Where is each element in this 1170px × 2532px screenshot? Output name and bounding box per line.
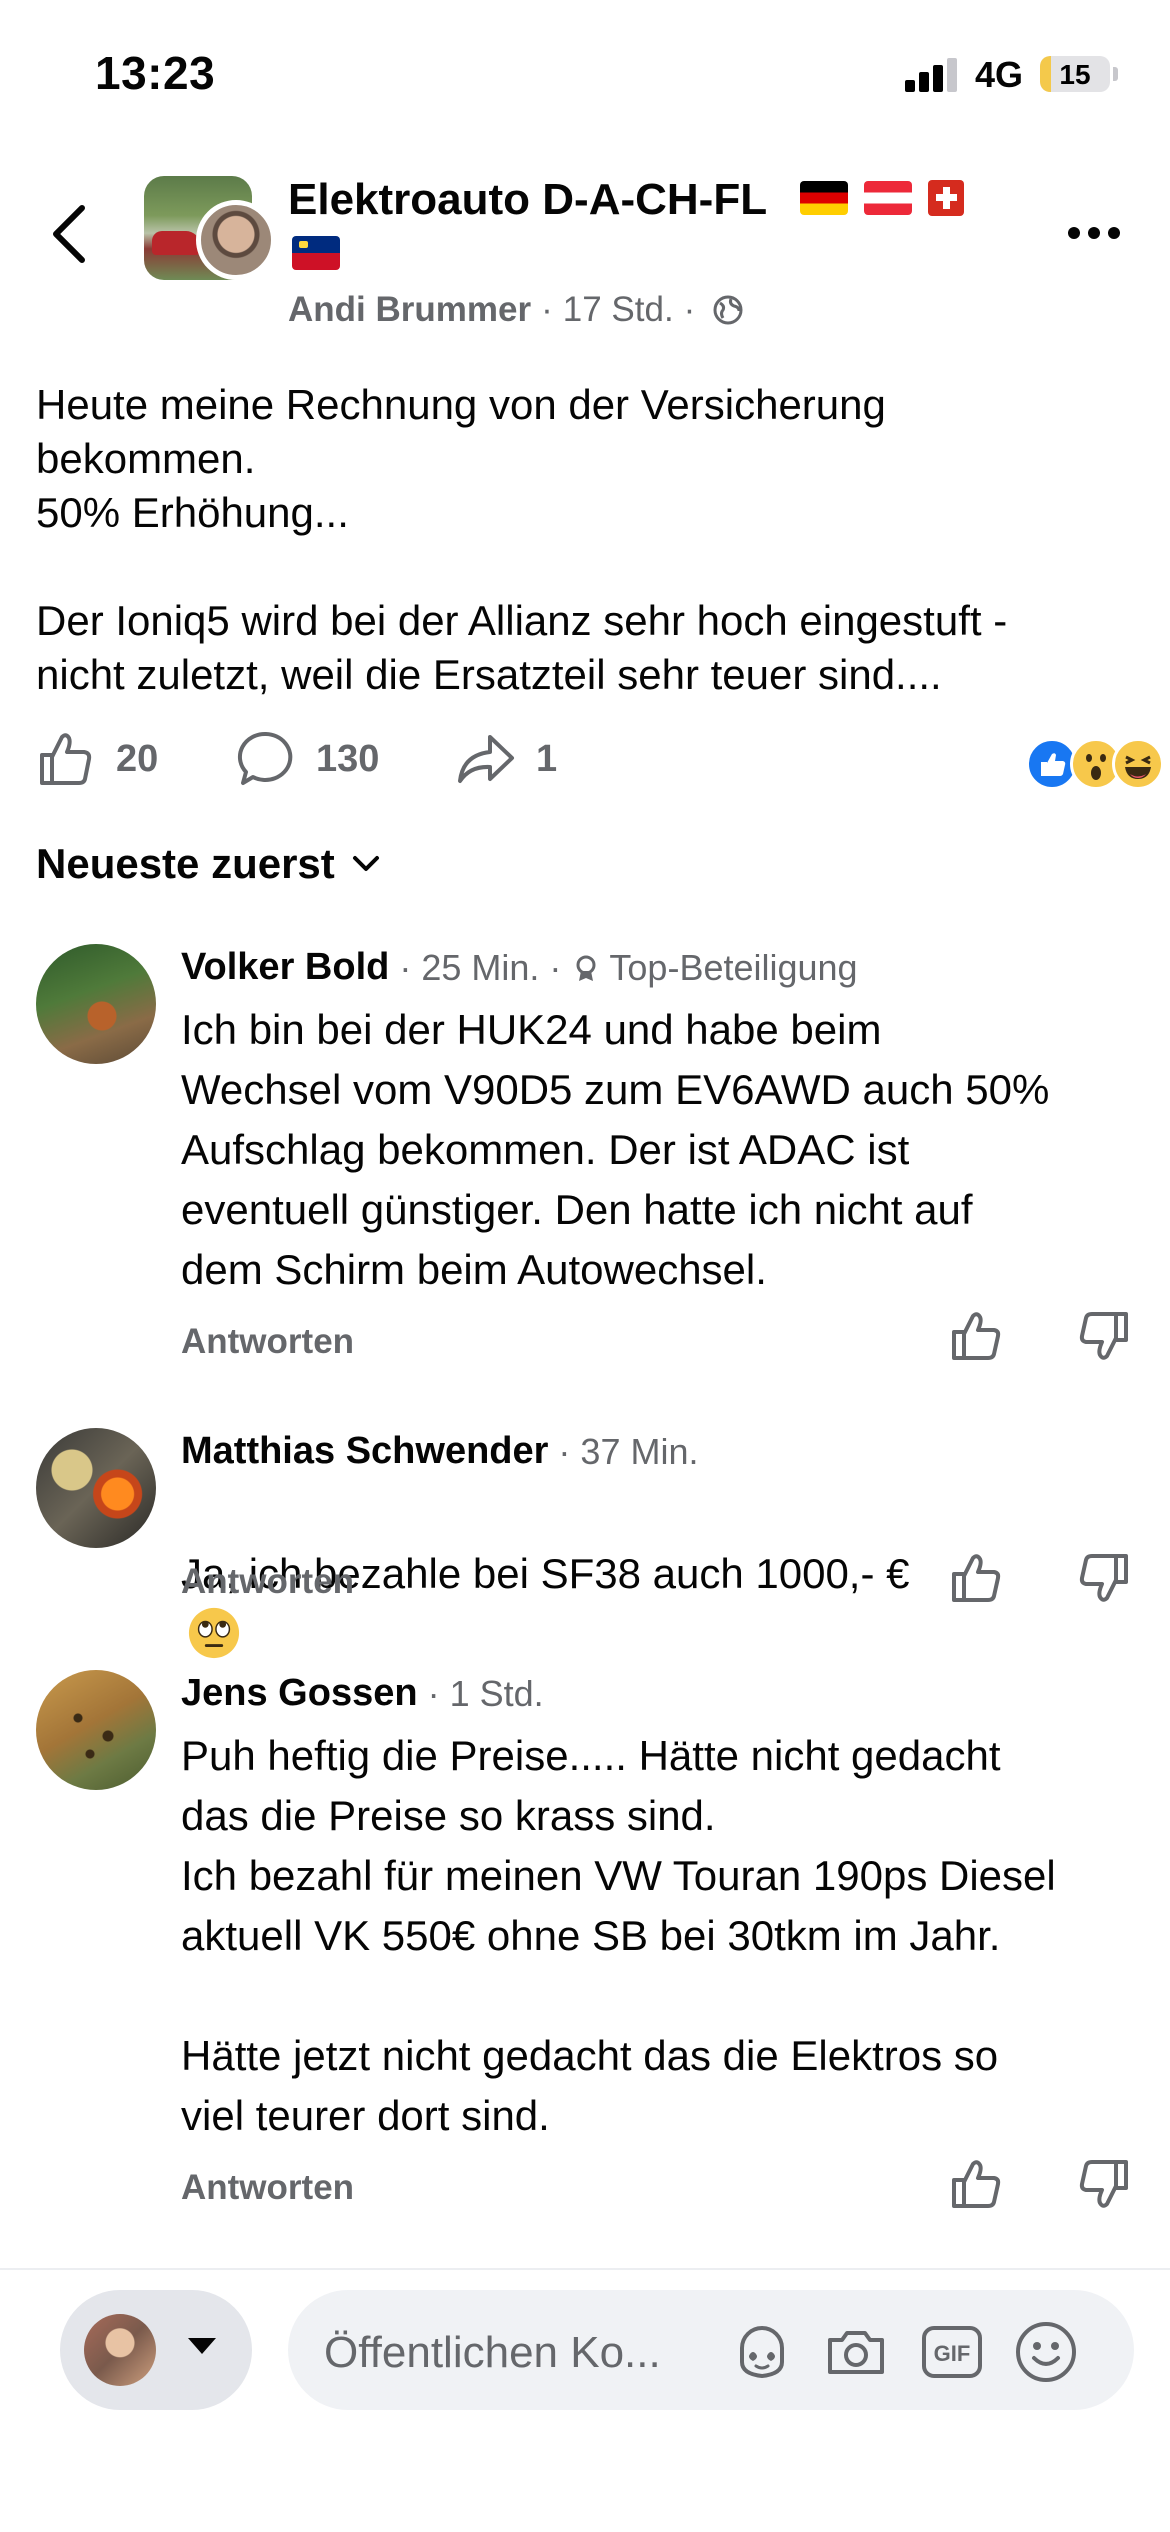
commenter-avatar[interactable]	[36, 944, 156, 1064]
sort-label: Neueste zuerst	[36, 840, 335, 887]
comment-badge: Top-Beteiligung	[609, 946, 858, 988]
commenter-avatar[interactable]	[36, 1428, 156, 1548]
gif-icon[interactable]: GIF	[918, 2318, 986, 2386]
thumbs-up-icon[interactable]	[948, 1308, 1004, 1364]
comment-count: 130	[316, 737, 380, 780]
more-icon[interactable]	[1068, 227, 1120, 239]
battery-icon: 15	[1040, 56, 1110, 92]
comment-text: Puh heftig die Preise..... Hätte nicht g…	[181, 1732, 1056, 2139]
meta-separator: ·	[399, 946, 412, 988]
like-icon	[40, 733, 92, 785]
comment-icon	[237, 731, 293, 785]
comment-text: Ich bin bei der HUK24 und habe beim Wech…	[181, 1006, 1050, 1293]
avatar-sticker-icon[interactable]	[728, 2318, 796, 2386]
back-icon[interactable]	[48, 202, 92, 266]
meta-separator: ·	[427, 1672, 440, 1714]
reply-button[interactable]: Antworten	[181, 1322, 354, 1362]
flag-liechtenstein-icon	[292, 236, 340, 270]
flag-germany-icon	[800, 181, 848, 215]
post-meta: Andi Brummer · 17 Std. ·	[288, 290, 745, 330]
thumbs-up-icon[interactable]	[948, 1550, 1004, 1606]
commenter-name[interactable]: Matthias Schwender	[181, 1430, 548, 1473]
post-paragraph-2: Der Ioniq5 wird bei der Allianz sehr hoc…	[36, 597, 1008, 698]
comment-input[interactable]: Öffentlichen Ko... GIF	[288, 2290, 1134, 2410]
post-paragraph-1: Heute meine Rechnung von der Versicherun…	[36, 381, 886, 536]
composer-divider	[0, 2268, 1170, 2270]
reply-button[interactable]: Antworten	[181, 1562, 354, 1602]
camera-icon[interactable]	[822, 2318, 890, 2386]
caret-down-icon	[188, 2338, 216, 2354]
comment-item: Jens Gossen · 1 Std. Puh heftig die Prei…	[36, 1670, 1146, 2210]
like-button[interactable]: 20	[36, 726, 158, 792]
status-time: 13:23	[95, 47, 216, 99]
emoji-icon[interactable]	[1012, 2318, 1080, 2386]
signal-icon	[905, 58, 959, 92]
like-count: 20	[116, 737, 159, 780]
thumbs-down-icon[interactable]	[1076, 1550, 1132, 1606]
comment-button[interactable]: 130	[236, 726, 379, 792]
flag-switzerland-icon	[928, 180, 964, 216]
share-button[interactable]: 1	[456, 726, 557, 792]
comment-header: Matthias Schwender · 37 Min.	[181, 1430, 698, 1473]
share-count: 1	[536, 737, 558, 780]
commenter-name[interactable]: Volker Bold	[181, 946, 389, 989]
globe-icon	[713, 295, 743, 325]
comment-header: Volker Bold · 25 Min. · Top-Beteiligung	[181, 946, 858, 989]
current-user-avatar	[84, 2314, 156, 2386]
sort-dropdown[interactable]: Neueste zuerst	[36, 840, 383, 888]
reply-button[interactable]: Antworten	[181, 2168, 354, 2208]
flag-austria-icon	[864, 181, 912, 215]
group-name[interactable]: Elektroauto D-A-CH-FL	[288, 172, 767, 228]
badge-icon	[576, 955, 596, 981]
flags	[800, 180, 964, 216]
commenter-avatar[interactable]	[36, 1670, 156, 1790]
thumbs-down-icon[interactable]	[1076, 1308, 1132, 1364]
thumbs-up-icon[interactable]	[948, 2156, 1004, 2212]
comment-time[interactable]: 25 Min.	[421, 947, 539, 989]
post-actions: 20 130 1	[36, 726, 1164, 792]
post-body: Heute meine Rechnung von der Versicherun…	[36, 378, 1146, 702]
meta-separator: ·	[549, 946, 562, 988]
comment-time[interactable]: 1 Std.	[450, 1673, 544, 1715]
network-type: 4G	[975, 54, 1024, 95]
share-icon	[458, 735, 514, 783]
meta-separator: ·	[558, 1430, 571, 1472]
comment-input-placeholder: Öffentlichen Ko...	[324, 2328, 661, 2377]
haha-reaction-icon	[1112, 738, 1164, 790]
comment-item: Matthias Schwender · 37 Min. Ja, ich bez…	[36, 1428, 1146, 1659]
thumbs-down-icon[interactable]	[1076, 2156, 1132, 2212]
commenter-name[interactable]: Jens Gossen	[181, 1672, 418, 1715]
gif-label: GIF	[934, 2341, 971, 2366]
post-author[interactable]: Andi Brummer	[288, 290, 531, 330]
meta-separator: ·	[683, 290, 696, 329]
battery-cap	[1113, 67, 1118, 81]
comment-header: Jens Gossen · 1 Std.	[181, 1672, 544, 1715]
meta-separator: ·	[541, 290, 553, 329]
battery-level: 15	[1059, 59, 1091, 90]
account-switcher[interactable]	[60, 2290, 252, 2410]
author-avatar[interactable]	[196, 200, 276, 280]
eye-roll-emoji-icon	[188, 1607, 240, 1659]
comment-time[interactable]: 37 Min.	[580, 1431, 698, 1473]
post-time[interactable]: 17 Std.	[563, 290, 674, 330]
chevron-down-icon	[352, 856, 379, 871]
reaction-summary[interactable]	[986, 738, 1170, 794]
comment-item: Volker Bold · 25 Min. · Top-Beteiligung …	[36, 944, 1146, 1364]
